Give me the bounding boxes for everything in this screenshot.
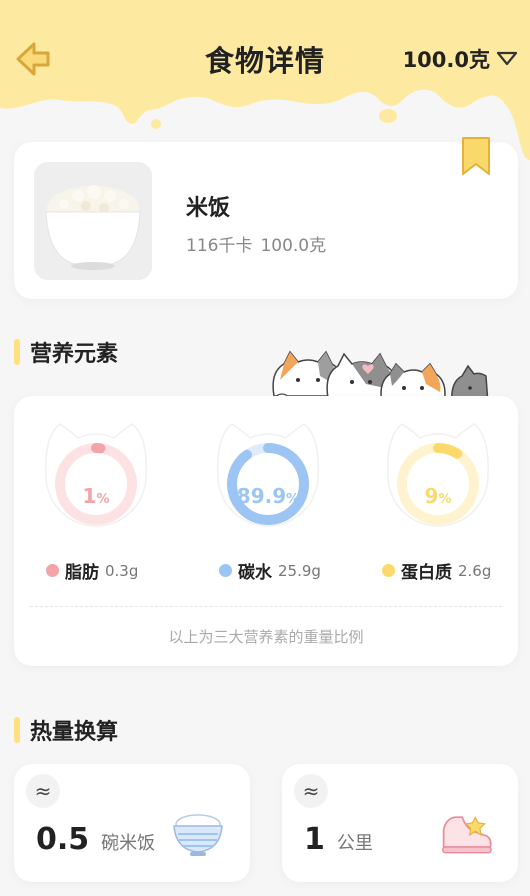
weight-selector-label: 100.0克 (402, 48, 490, 72)
conversion-card-distance[interactable]: ≈ 1 公里 (282, 764, 518, 882)
legend-dot (219, 564, 232, 577)
bookmark-icon[interactable] (460, 136, 492, 178)
food-card: 米饭 116千卡 100.0克 (14, 137, 518, 299)
section-accent-bar (14, 339, 20, 365)
calorie-title-text: 热量换算 (30, 720, 119, 745)
conversion-value: 1 (304, 822, 325, 857)
ring-percent: 9% (380, 484, 496, 508)
food-image (34, 162, 152, 280)
conversion-value: 0.5 (36, 822, 90, 857)
ring-chart (387, 423, 489, 527)
ring-chart (217, 423, 319, 527)
nutrient-ring: 9% (380, 416, 496, 538)
sneaker-icon (441, 815, 492, 854)
approx-icon: ≈ (294, 774, 328, 808)
percent-sign: % (96, 492, 110, 507)
section-accent-bar (14, 717, 20, 743)
nutrients-title-text: 营养元素 (30, 342, 119, 367)
calorie-section-title: 热量换算 (14, 714, 118, 746)
legend-dot (46, 564, 59, 577)
conversion-card-rice[interactable]: ≈ 0.5 碗米饭 (14, 764, 250, 882)
nutrient-ring: 89.9% (210, 416, 326, 538)
conversion-unit: 公里 (336, 833, 373, 854)
percent-number: 89.9 (236, 484, 287, 508)
food-calories: 116千卡 (186, 236, 253, 256)
ring-percent: 1% (38, 484, 154, 508)
nutrient-legend: 蛋白质 2.6g (382, 558, 491, 583)
nutrients-note: 以上为三大营养素的重量比例 (168, 628, 364, 646)
nutrient-legend: 碳水 25.9g (219, 558, 321, 583)
chevron-down-icon (496, 51, 518, 66)
nutrient-ring: 1% (38, 416, 154, 538)
nutrient-name: 碳水 (238, 563, 272, 583)
approx-icon: ≈ (26, 774, 60, 808)
percent-number: 1 (82, 484, 97, 508)
percent-sign: % (286, 492, 300, 507)
percent-number: 9 (424, 484, 439, 508)
ring-percent: 89.9% (210, 484, 326, 508)
nutrient-amount: 2.6g (458, 561, 492, 580)
nutrient-amount: 0.3g (105, 561, 139, 580)
nutrients-card: 1% 脂肪 0.3g 89.9% 碳水 25.9g 9% 蛋白质 2.6g 以上为三大营养素的重… (14, 396, 518, 666)
nutrient-amount: 25.9g (278, 561, 321, 580)
conversion-unit: 碗米饭 (101, 833, 156, 854)
rice-bowl-icon (173, 814, 223, 856)
nutrient-name: 蛋白质 (401, 563, 452, 583)
food-meta: 116千卡 100.0克 (186, 231, 326, 256)
nutrients-section-title: 营养元素 (14, 336, 118, 368)
weight-selector[interactable]: 100.0克 (403, 44, 518, 74)
divider (30, 606, 502, 607)
percent-sign: % (438, 492, 452, 507)
food-weight: 100.0克 (260, 236, 327, 256)
legend-dot (382, 564, 395, 577)
food-name: 米饭 (186, 196, 231, 221)
ring-chart (45, 423, 147, 527)
nutrient-name: 脂肪 (65, 563, 99, 583)
nutrient-legend: 脂肪 0.3g (46, 558, 138, 583)
